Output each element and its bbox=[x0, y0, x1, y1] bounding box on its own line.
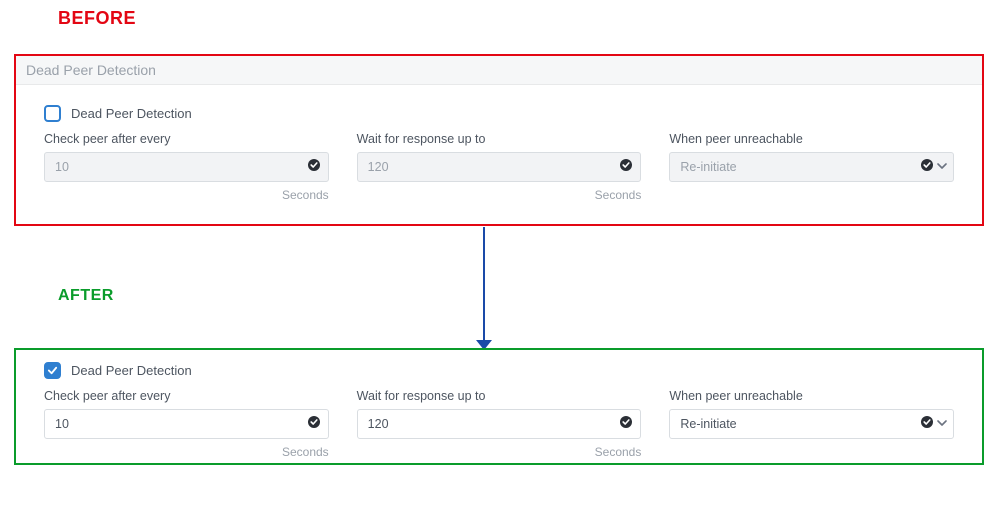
valid-check-icon bbox=[308, 415, 320, 433]
wait-for-label: Wait for response up to bbox=[357, 132, 642, 146]
after-heading: AFTER bbox=[58, 287, 114, 305]
after-panel: Dead Peer Detection Check peer after eve… bbox=[14, 348, 984, 465]
wait-for-field: Wait for response up to 120 Seconds bbox=[357, 132, 642, 202]
before-panel: Dead Peer Detection Dead Peer Detection … bbox=[14, 54, 984, 226]
valid-check-icon bbox=[921, 158, 933, 176]
dpd-checkbox-row: Dead Peer Detection bbox=[44, 362, 954, 379]
valid-check-icon bbox=[620, 415, 632, 433]
wait-for-value: 120 bbox=[368, 160, 389, 174]
wait-for-field: Wait for response up to 120 Seconds bbox=[357, 389, 642, 459]
unreachable-value: Re-initiate bbox=[680, 160, 736, 174]
check-peer-input[interactable]: 10 bbox=[44, 409, 329, 439]
check-peer-field: Check peer after every 10 Seconds bbox=[44, 132, 329, 202]
unreachable-label: When peer unreachable bbox=[669, 132, 954, 146]
dpd-checkbox[interactable] bbox=[44, 362, 61, 379]
check-peer-unit: Seconds bbox=[44, 188, 329, 202]
wait-for-value: 120 bbox=[368, 417, 389, 431]
check-peer-input[interactable]: 10 bbox=[44, 152, 329, 182]
unreachable-field: When peer unreachable Re-initiate bbox=[669, 132, 954, 202]
dpd-checkbox-row: Dead Peer Detection bbox=[44, 105, 954, 122]
dpd-checkbox-label: Dead Peer Detection bbox=[71, 106, 192, 121]
before-heading: BEFORE bbox=[58, 8, 136, 29]
unreachable-label: When peer unreachable bbox=[669, 389, 954, 403]
arrow-line bbox=[483, 227, 485, 342]
valid-check-icon bbox=[620, 158, 632, 176]
unreachable-select[interactable]: Re-initiate bbox=[669, 409, 954, 439]
unreachable-select[interactable]: Re-initiate bbox=[669, 152, 954, 182]
wait-for-label: Wait for response up to bbox=[357, 389, 642, 403]
dpd-checkbox[interactable] bbox=[44, 105, 61, 122]
check-peer-field: Check peer after every 10 Seconds bbox=[44, 389, 329, 459]
section-title-bar: Dead Peer Detection bbox=[16, 56, 982, 85]
chevron-down-icon bbox=[937, 158, 947, 176]
wait-for-input[interactable]: 120 bbox=[357, 152, 642, 182]
valid-check-icon bbox=[308, 158, 320, 176]
wait-for-unit: Seconds bbox=[357, 445, 642, 459]
check-peer-label: Check peer after every bbox=[44, 389, 329, 403]
unreachable-value: Re-initiate bbox=[680, 417, 736, 431]
chevron-down-icon bbox=[937, 415, 947, 433]
check-peer-value: 10 bbox=[55, 417, 69, 431]
check-peer-label: Check peer after every bbox=[44, 132, 329, 146]
wait-for-input[interactable]: 120 bbox=[357, 409, 642, 439]
check-peer-value: 10 bbox=[55, 160, 69, 174]
wait-for-unit: Seconds bbox=[357, 188, 642, 202]
section-title: Dead Peer Detection bbox=[26, 62, 156, 78]
dpd-checkbox-label: Dead Peer Detection bbox=[71, 363, 192, 378]
check-peer-unit: Seconds bbox=[44, 445, 329, 459]
unreachable-field: When peer unreachable Re-initiate bbox=[669, 389, 954, 459]
valid-check-icon bbox=[921, 415, 933, 433]
